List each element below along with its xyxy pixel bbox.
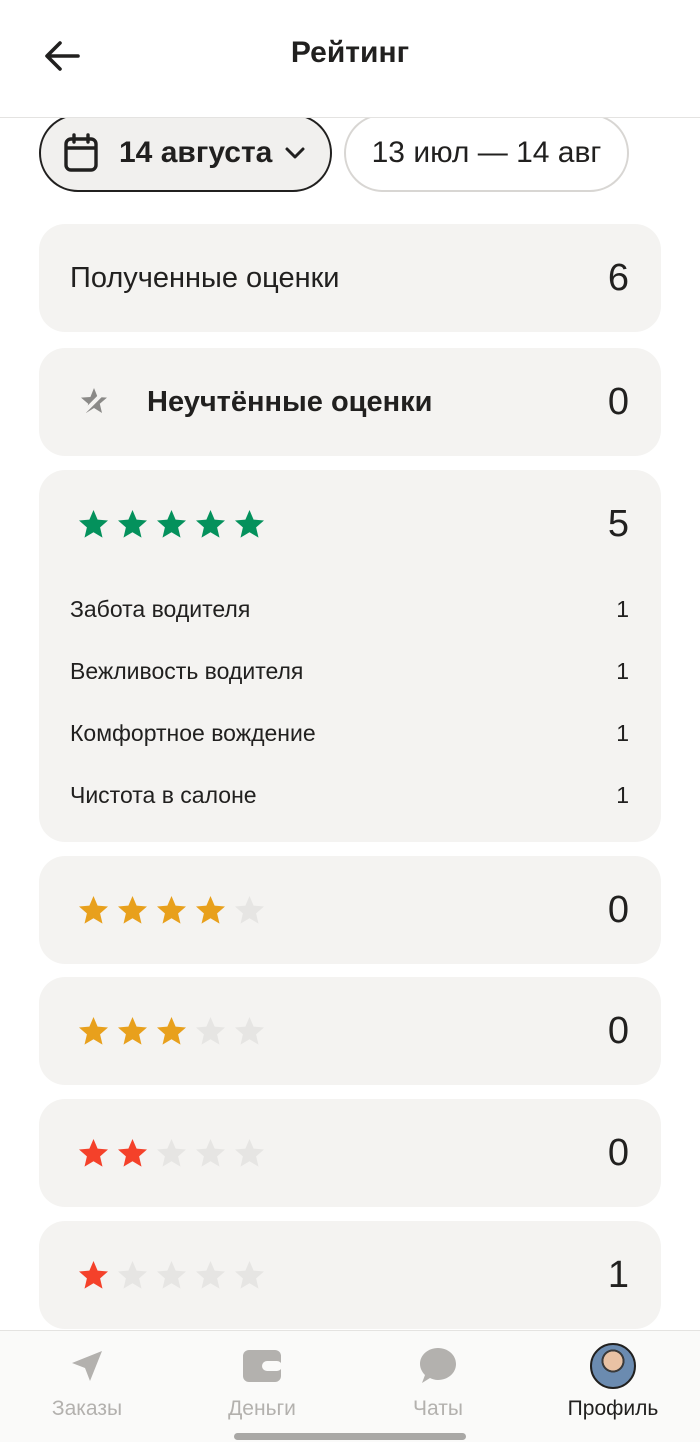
detail-label: Комфортное вождение <box>70 720 316 746</box>
nav-money-label: Деньги <box>228 1397 296 1420</box>
unaccounted-ratings-label: Неучтённые оценки <box>147 385 433 418</box>
detail-count: 1 <box>616 658 629 684</box>
star-filled-icon <box>118 509 147 538</box>
star-filled-icon <box>79 1138 108 1167</box>
stars-4 <box>77 894 266 927</box>
detail-count: 1 <box>616 720 629 746</box>
rating-card-4[interactable]: 0 <box>39 856 661 964</box>
star-filled-icon <box>196 509 225 538</box>
star-filled-icon <box>79 509 108 538</box>
detail-label: Забота водителя <box>70 596 251 622</box>
date-picker-button[interactable]: 14 августа <box>39 114 332 192</box>
chat-bubble-icon <box>420 1348 456 1383</box>
rating-card-2[interactable]: 0 <box>39 1099 661 1207</box>
unaccounted-ratings-count: 0 <box>607 380 629 423</box>
star-empty-icon <box>157 1138 186 1167</box>
star-filled-icon <box>79 1260 108 1289</box>
star-empty-icon <box>235 1138 264 1167</box>
detail-count: 1 <box>616 596 629 622</box>
rating-card-3[interactable]: 0 <box>39 977 661 1085</box>
calendar-icon <box>64 133 98 172</box>
star-filled-icon <box>79 895 108 924</box>
star-empty-icon <box>235 895 264 924</box>
date-range-label: 13 июл — 14 авг <box>371 136 602 169</box>
nav-orders[interactable]: Заказы <box>17 1343 157 1421</box>
nav-profile[interactable]: Профиль <box>543 1343 683 1421</box>
stars-2 <box>77 1137 266 1170</box>
stars-5 <box>77 508 266 541</box>
stars-1 <box>77 1259 266 1292</box>
nav-chats-label: Чаты <box>413 1397 463 1420</box>
star-filled-icon <box>196 895 225 924</box>
star-empty-icon <box>157 1260 186 1289</box>
rating-card-5[interactable]: 5 Забота водителя 1 Вежливость водителя … <box>39 470 661 842</box>
rating-2-count: 0 <box>607 1131 629 1174</box>
detail-row: Комфортное вождение 1 <box>70 720 629 747</box>
date-range-button[interactable]: 13 июл — 14 авг <box>344 114 629 192</box>
received-ratings-label: Полученные оценки <box>70 261 340 294</box>
rating-3-count: 0 <box>607 1009 629 1052</box>
top-bar: Рейтинг <box>0 0 700 118</box>
star-filled-icon <box>157 1016 186 1045</box>
nav-chats[interactable]: Чаты <box>368 1343 508 1421</box>
star-filled-icon <box>118 1016 147 1045</box>
received-ratings-card[interactable]: Полученные оценки 6 <box>39 224 661 332</box>
nav-money[interactable]: Деньги <box>192 1343 332 1421</box>
unaccounted-ratings-card[interactable]: Неучтённые оценки 0 <box>39 348 661 456</box>
star-filled-icon <box>157 895 186 924</box>
rating-card-1[interactable]: 1 <box>39 1221 661 1329</box>
avatar <box>590 1343 636 1389</box>
nav-profile-label: Профиль <box>567 1397 659 1420</box>
star-empty-icon <box>196 1260 225 1289</box>
star-empty-icon <box>196 1016 225 1045</box>
selected-date-label: 14 августа <box>119 136 273 169</box>
detail-label: Чистота в салоне <box>70 782 257 808</box>
detail-label: Вежливость водителя <box>70 658 304 684</box>
star-empty-icon <box>235 1260 264 1289</box>
detail-row: Забота водителя 1 <box>70 596 629 623</box>
star-filled-icon <box>157 509 186 538</box>
page-title: Рейтинг <box>290 36 410 69</box>
wallet-icon <box>243 1350 282 1382</box>
star-empty-icon <box>118 1260 147 1289</box>
rating-1-count: 1 <box>607 1253 629 1296</box>
navigation-arrow-icon <box>72 1351 102 1381</box>
star-filled-icon <box>235 509 264 538</box>
detail-row: Чистота в салоне 1 <box>70 782 629 809</box>
star-slash-icon <box>80 388 108 416</box>
nav-orders-label: Заказы <box>51 1397 123 1420</box>
star-filled-icon <box>118 1138 147 1167</box>
detail-row: Вежливость водителя 1 <box>70 658 629 685</box>
rating-5-count: 5 <box>607 502 629 545</box>
chevron-down-icon <box>285 147 305 159</box>
star-filled-icon <box>118 895 147 924</box>
detail-count: 1 <box>616 782 629 808</box>
received-ratings-count: 6 <box>607 256 629 299</box>
bottom-navigation: Заказы Деньги Чаты Профиль <box>0 1330 700 1442</box>
star-filled-icon <box>79 1016 108 1045</box>
stars-3 <box>77 1015 266 1048</box>
rating-4-count: 0 <box>607 888 629 931</box>
home-indicator <box>234 1433 466 1440</box>
star-empty-icon <box>196 1138 225 1167</box>
star-empty-icon <box>235 1016 264 1045</box>
